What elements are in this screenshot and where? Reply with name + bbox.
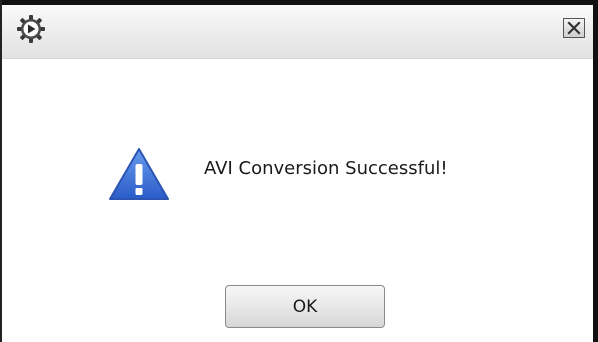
close-icon [567,21,581,35]
dialog-message: AVI Conversion Successful! [204,158,448,179]
title-bar[interactable] [2,5,593,59]
dialog-border-right [593,0,598,342]
gear-play-icon [16,14,46,44]
close-button[interactable] [563,18,585,38]
warning-triangle-icon [107,146,171,202]
message-dialog: AVI Conversion Successful! OK [0,0,598,342]
ok-button[interactable]: OK [225,285,385,328]
